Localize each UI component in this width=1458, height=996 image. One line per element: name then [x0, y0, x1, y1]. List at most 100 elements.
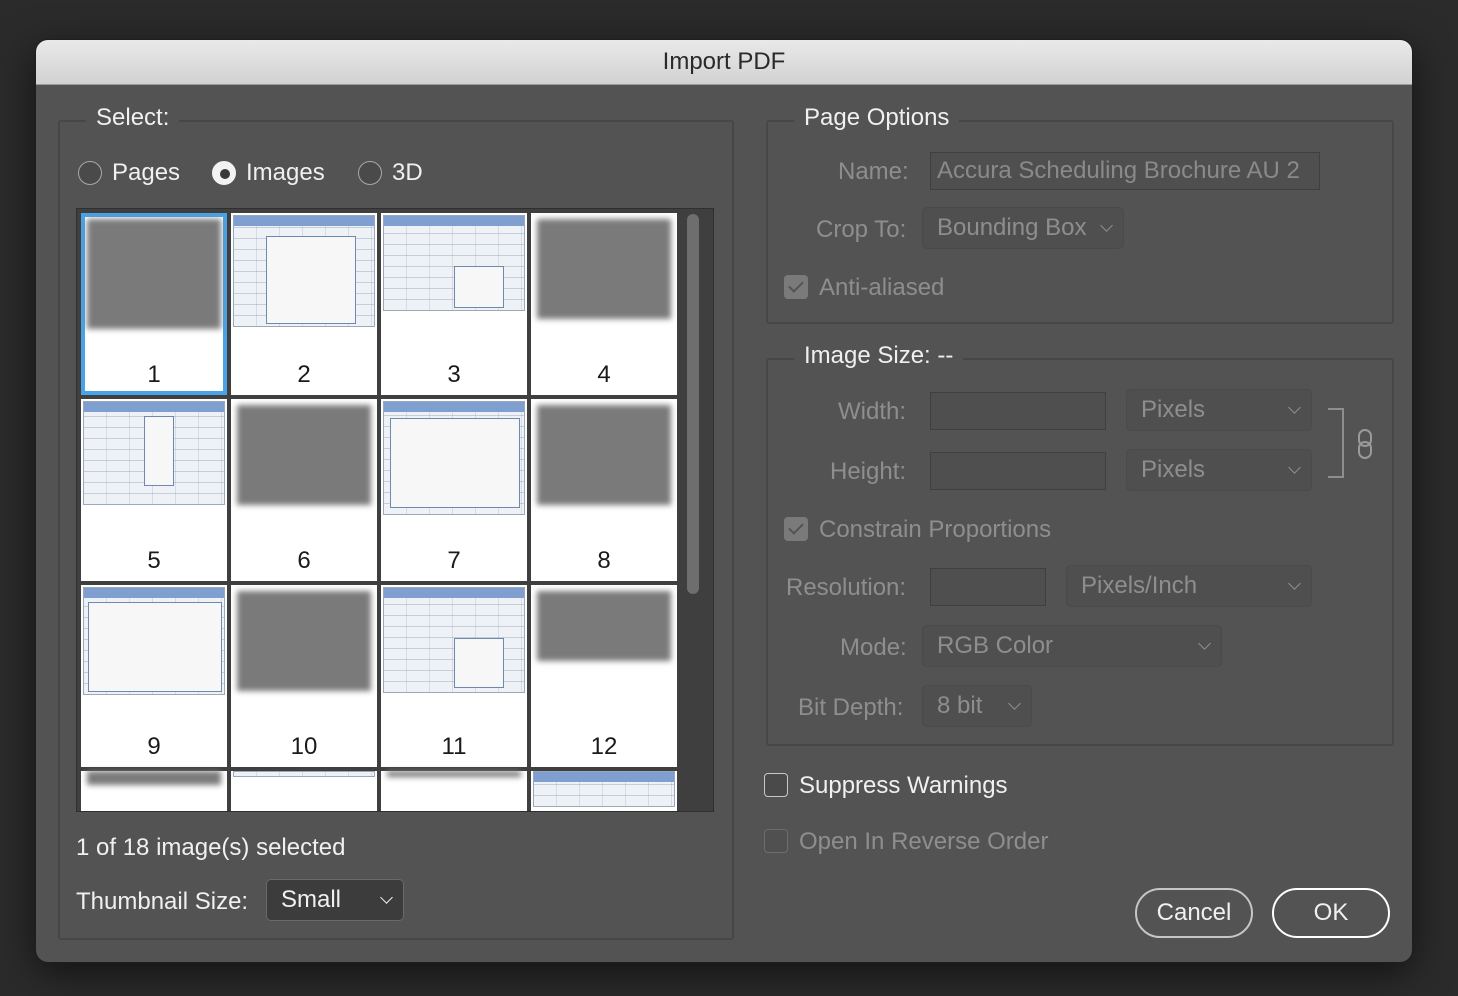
thumbnail-9[interactable]: 9: [81, 585, 227, 767]
thumbnail-12[interactable]: 12: [531, 585, 677, 767]
thumbnail-placeholder: [537, 591, 671, 661]
height-unit-select[interactable]: Pixels: [1126, 449, 1312, 491]
radio-3d-label: 3D: [392, 159, 423, 186]
image-size-title: Image Size: --: [794, 342, 964, 370]
thumbnail-screenshot: [533, 771, 675, 807]
thumbnail-screenshot: [383, 587, 525, 693]
anti-aliased-checkbox[interactable]: [784, 275, 808, 299]
thumbnail-11[interactable]: 11: [381, 585, 527, 767]
bit-depth-label: Bit Depth:: [798, 694, 904, 721]
radio-images[interactable]: Images: [212, 159, 325, 187]
thumbnail-placeholder: [87, 771, 221, 785]
page-options-title: Page Options: [794, 104, 960, 132]
width-unit-select[interactable]: Pixels: [1126, 389, 1312, 431]
resolution-unit-value: Pixels/Inch: [1081, 572, 1198, 599]
thumbnail-3[interactable]: 3: [381, 213, 527, 395]
thumbnail-5[interactable]: 5: [81, 399, 227, 581]
thumbnail-4[interactable]: 4: [531, 213, 677, 395]
thumbnail-number: 9: [147, 733, 161, 760]
thumbnail-size-label: Thumbnail Size:: [76, 888, 249, 915]
anti-aliased-label: Anti-aliased: [819, 274, 945, 301]
thumbnail-6[interactable]: 6: [231, 399, 377, 581]
thumbnail-number: 10: [290, 733, 318, 760]
thumbnail-7[interactable]: 7: [381, 399, 527, 581]
thumbnail-2[interactable]: 2: [231, 213, 377, 395]
crop-to-value: Bounding Box: [937, 214, 1087, 241]
thumbnail-size-select[interactable]: Small: [266, 879, 404, 921]
thumbnail-placeholder: [87, 219, 221, 329]
thumbnail-number: 8: [597, 547, 611, 574]
thumbnail-number: 5: [147, 547, 161, 574]
bit-depth-value: 8 bit: [937, 692, 983, 719]
thumbnail-1[interactable]: 1: [81, 213, 227, 395]
resolution-field[interactable]: [930, 568, 1046, 606]
width-unit-value: Pixels: [1141, 396, 1206, 423]
chevron-down-icon: [1008, 697, 1021, 710]
thumbnail-placeholder: [387, 771, 521, 777]
height-field[interactable]: [930, 452, 1106, 490]
selection-status: 1 of 18 image(s) selected: [76, 834, 346, 861]
radio-3d-indicator[interactable]: [358, 161, 382, 185]
height-label: Height:: [830, 458, 907, 485]
thumbnail-number: 2: [297, 361, 311, 388]
thumbnail-number: 12: [590, 733, 618, 760]
chevron-down-icon: [1198, 637, 1211, 650]
thumbnail-partial[interactable]: [231, 771, 377, 811]
thumbnail-scrollbar[interactable]: [684, 214, 704, 594]
thumbnail-screenshot: [383, 401, 525, 515]
thumbnail-placeholder: [537, 219, 671, 319]
suppress-warnings-label: Suppress Warnings: [799, 772, 1008, 799]
radio-pages-label: Pages: [112, 159, 181, 186]
chevron-down-icon: [380, 891, 393, 904]
thumbnail-10[interactable]: 10: [231, 585, 377, 767]
name-field[interactable]: Accura Scheduling Brochure AU 2: [930, 152, 1320, 190]
radio-images-indicator[interactable]: [212, 161, 236, 185]
window-title: Import PDF: [36, 40, 1412, 85]
thumbnail-screenshot: [83, 587, 225, 695]
cancel-button[interactable]: Cancel: [1135, 888, 1253, 938]
thumbnail-partial[interactable]: [531, 771, 677, 811]
thumbnail-partial[interactable]: [381, 771, 527, 811]
name-label: Name:: [838, 158, 909, 185]
thumbnail-number: 7: [447, 547, 461, 574]
thumbnail-8[interactable]: 8: [531, 399, 677, 581]
chevron-down-icon: [1288, 401, 1301, 414]
thumbnail-partial[interactable]: [81, 771, 227, 811]
crop-to-label: Crop To:: [816, 216, 907, 243]
mode-select[interactable]: RGB Color: [922, 625, 1222, 667]
height-unit-value: Pixels: [1141, 456, 1206, 483]
thumbnail-screenshot: [233, 771, 375, 777]
crop-to-select[interactable]: Bounding Box: [922, 207, 1124, 249]
scrollbar-thumb[interactable]: [687, 214, 699, 594]
thumbnail-grid[interactable]: 1 2 3 4 5 6 7 8 9 10 11 12: [76, 208, 714, 812]
thumbnail-number: 1: [147, 361, 161, 388]
thumbnail-placeholder: [237, 405, 371, 505]
reverse-order-label: Open In Reverse Order: [799, 828, 1049, 855]
chevron-down-icon: [1288, 577, 1301, 590]
thumbnail-screenshot: [83, 401, 225, 505]
radio-pages[interactable]: Pages: [78, 159, 180, 187]
width-field[interactable]: [930, 392, 1106, 430]
thumbnail-number: 11: [441, 733, 467, 760]
radio-pages-indicator[interactable]: [78, 161, 102, 185]
bit-depth-select[interactable]: 8 bit: [922, 685, 1032, 727]
mode-label: Mode:: [840, 634, 907, 661]
constrain-proportions-checkbox[interactable]: [784, 517, 808, 541]
reverse-order-checkbox[interactable]: [764, 829, 788, 853]
select-group-title: Select:: [86, 104, 180, 132]
thumbnail-placeholder: [537, 405, 671, 505]
thumbnail-number: 3: [447, 361, 461, 388]
link-icon[interactable]: [1354, 428, 1376, 460]
thumbnail-number: 4: [597, 361, 611, 388]
thumbnail-number: 6: [297, 547, 311, 574]
radio-3d[interactable]: 3D: [358, 159, 423, 187]
resolution-unit-select[interactable]: Pixels/Inch: [1066, 565, 1312, 607]
ok-button[interactable]: OK: [1272, 888, 1390, 938]
thumbnail-placeholder: [237, 591, 371, 691]
chevron-down-icon: [1100, 219, 1113, 232]
constrain-proportions-label: Constrain Proportions: [819, 516, 1052, 543]
suppress-warnings-checkbox[interactable]: [764, 773, 788, 797]
link-bracket: [1328, 408, 1344, 478]
thumbnail-screenshot: [383, 215, 525, 311]
resolution-label: Resolution:: [786, 574, 907, 601]
